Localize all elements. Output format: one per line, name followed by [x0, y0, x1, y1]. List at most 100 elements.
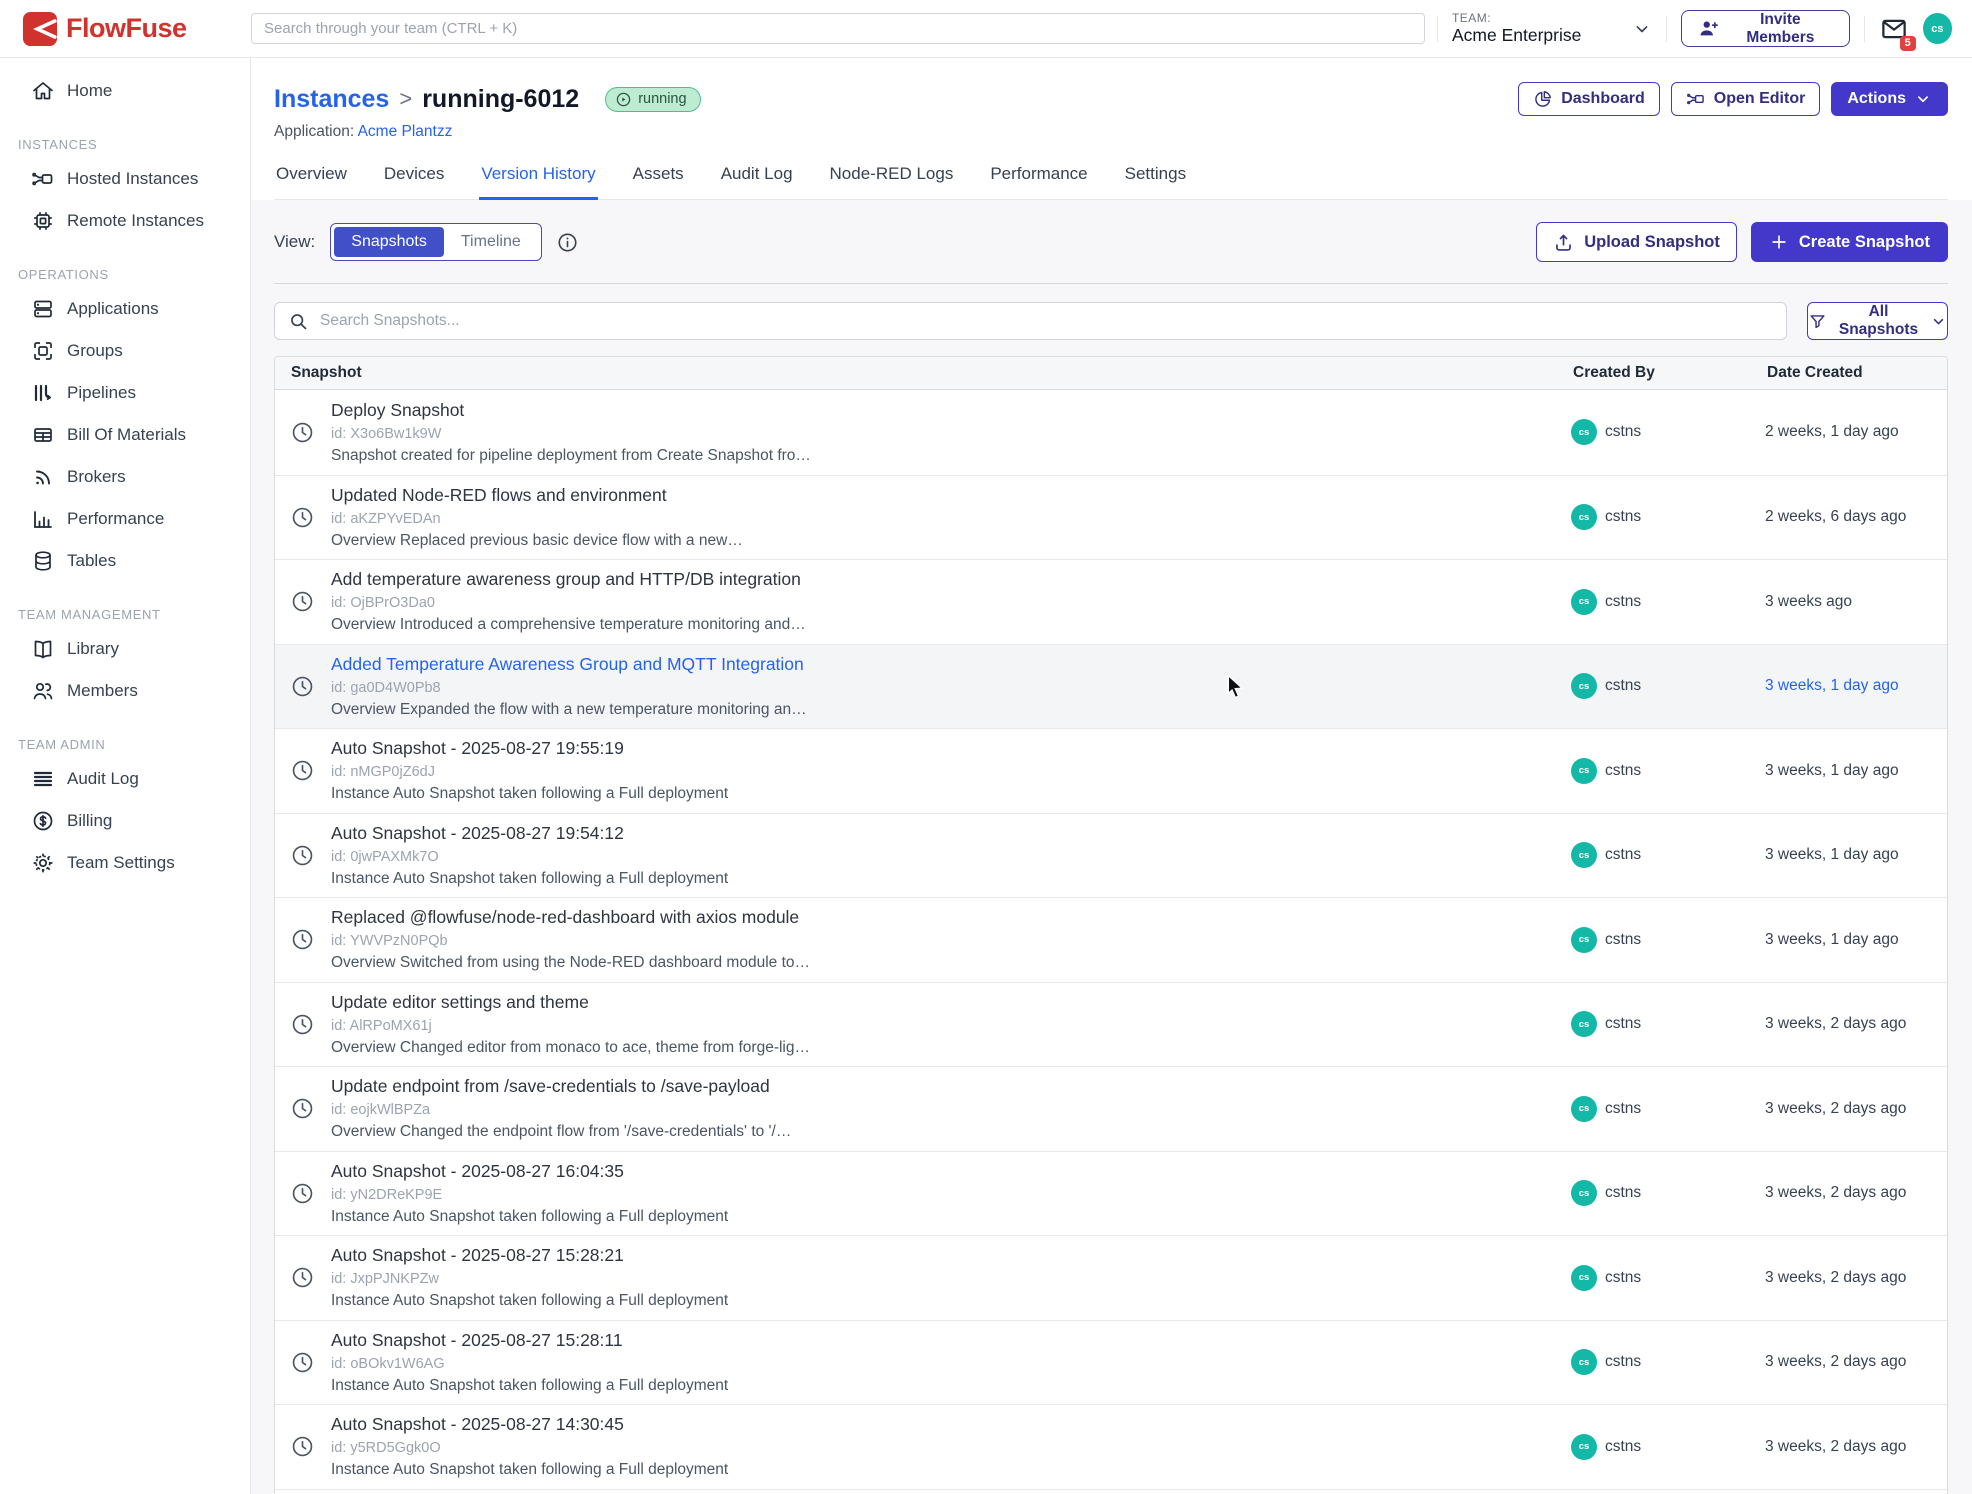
breadcrumb-separator: > — [399, 86, 412, 112]
brokers-icon — [31, 465, 55, 489]
sidebar-item-groups[interactable]: Groups — [0, 330, 250, 372]
sidebar-item-hosted-instances[interactable]: Hosted Instances — [0, 158, 250, 200]
table-row[interactable]: Update editor settings and theme id: AlR… — [275, 982, 1947, 1067]
table-row[interactable]: Updated Node-RED flows and environment i… — [275, 475, 1947, 560]
sidebar-item-members[interactable]: Members — [0, 670, 250, 712]
created-by-cell: cs cstns — [1571, 927, 1765, 953]
sidebar-item-label: Performance — [67, 509, 164, 529]
actions-button[interactable]: Actions — [1831, 82, 1948, 116]
sidebar: Home INSTANCES Hosted Instances Remote I… — [0, 58, 251, 1494]
invite-members-button[interactable]: Invite Members — [1681, 10, 1850, 47]
sidebar-item-library[interactable]: Library — [0, 628, 250, 670]
snapshot-title-link[interactable]: Add temperature awareness group and HTTP… — [331, 569, 1571, 590]
avatar: cs — [1571, 589, 1597, 615]
sidebar-item-billing[interactable]: Billing — [0, 800, 250, 842]
created-by-cell: cs cstns — [1571, 842, 1765, 868]
sidebar-item-remote-instances[interactable]: Remote Instances — [0, 200, 250, 242]
created-by-cell: cs cstns — [1571, 1180, 1765, 1206]
snapshot-title-link[interactable]: Auto Snapshot - 2025-08-27 14:30:45 — [331, 1414, 1571, 1435]
tab-settings[interactable]: Settings — [1123, 160, 1188, 199]
snapshot-search-input[interactable] — [320, 312, 1773, 330]
sidebar-item-performance[interactable]: Performance — [0, 498, 250, 540]
table-row[interactable]: Auto Snapshot - 2025-08-27 16:04:35 id: … — [275, 1151, 1947, 1236]
cpu-chip-icon — [31, 209, 55, 233]
upload-snapshot-button[interactable]: Upload Snapshot — [1536, 222, 1737, 262]
snapshot-title-link[interactable]: Update editor settings and theme — [331, 992, 1571, 1013]
tab-node-red-logs[interactable]: Node-RED Logs — [828, 160, 956, 199]
snapshot-title-link[interactable]: Update endpoint from /save-credentials t… — [331, 1076, 1571, 1097]
snapshot-title-link[interactable]: Auto Snapshot - 2025-08-27 19:54:12 — [331, 823, 1571, 844]
sidebar-item-label: Billing — [67, 811, 112, 831]
date-created: 3 weeks, 2 days ago — [1765, 1353, 1947, 1371]
snapshot-title-link[interactable]: Auto Snapshot - 2025-08-27 15:28:21 — [331, 1245, 1571, 1266]
snapshot-title-link[interactable]: Auto Snapshot - 2025-08-27 16:04:35 — [331, 1161, 1571, 1182]
tab-audit-log[interactable]: Audit Log — [719, 160, 795, 199]
user-avatar[interactable]: cs — [1923, 13, 1952, 44]
created-by-name: cstns — [1605, 677, 1641, 695]
table-row[interactable]: Deploy Snapshot id: X3o6Bw1k9W Snapshot … — [275, 390, 1947, 475]
create-snapshot-button[interactable]: Create Snapshot — [1751, 222, 1948, 262]
tab-overview[interactable]: Overview — [274, 160, 349, 199]
table-row[interactable]: Replaced @flowfuse/node-red-dashboard wi… — [275, 897, 1947, 982]
snapshot-title-link[interactable]: Updated Node-RED flows and environment — [331, 485, 1571, 506]
team-search-input[interactable] — [251, 13, 1425, 44]
avatar: cs — [1571, 842, 1597, 868]
snapshots-table: Snapshot Created By Date Created Deploy … — [274, 356, 1948, 1494]
clock-icon — [290, 589, 315, 614]
view-label: View: — [274, 232, 315, 252]
snapshot-id: id: aKZPYvEDAn — [331, 511, 1571, 527]
pipelines-icon — [31, 381, 55, 405]
snapshot-title-link[interactable]: Added Temperature Awareness Group and MQ… — [331, 654, 1571, 675]
column-header-snapshot: Snapshot — [291, 364, 1573, 382]
team-selector[interactable]: TEAM: Acme Enterprise — [1452, 11, 1652, 46]
snapshot-title-link[interactable]: Deploy Snapshot — [331, 400, 1571, 421]
sidebar-item-applications[interactable]: Applications — [0, 288, 250, 330]
open-editor-button[interactable]: Open Editor — [1671, 82, 1821, 116]
table-row[interactable]: Add HTTP endpoint for saving credentials… — [275, 1489, 1947, 1494]
snapshot-id: id: yN2DReKP9E — [331, 1187, 1571, 1203]
topbar: FlowFuse TEAM: Acme Enterprise Invite Me… — [0, 0, 1972, 58]
sidebar-item-audit-log[interactable]: Audit Log — [0, 758, 250, 800]
tab-devices[interactable]: Devices — [382, 160, 446, 199]
tab-performance[interactable]: Performance — [988, 160, 1089, 199]
sidebar-item-label: Home — [67, 81, 112, 101]
dashboard-button[interactable]: Dashboard — [1518, 82, 1660, 116]
snapshot-id: id: oBOkv1W6AG — [331, 1356, 1571, 1372]
application-link[interactable]: Acme Plantzz — [358, 123, 453, 140]
sidebar-item-tables[interactable]: Tables — [0, 540, 250, 582]
breadcrumb-instances-link[interactable]: Instances — [274, 85, 389, 114]
info-icon[interactable] — [556, 231, 579, 254]
table-row[interactable]: Update endpoint from /save-credentials t… — [275, 1066, 1947, 1151]
table-row[interactable]: Auto Snapshot - 2025-08-27 15:28:11 id: … — [275, 1320, 1947, 1405]
toggle-timeline[interactable]: Timeline — [444, 227, 538, 257]
sidebar-item-home[interactable]: Home — [0, 70, 250, 112]
table-row[interactable]: Auto Snapshot - 2025-08-27 15:28:21 id: … — [275, 1235, 1947, 1320]
gear-icon — [31, 851, 55, 875]
table-row[interactable]: Add temperature awareness group and HTTP… — [275, 559, 1947, 644]
snapshot-title-link[interactable]: Auto Snapshot - 2025-08-27 15:28:11 — [331, 1330, 1571, 1351]
divider — [1666, 16, 1667, 42]
tab-assets[interactable]: Assets — [631, 160, 686, 199]
snapshot-title-link[interactable]: Replaced @flowfuse/node-red-dashboard wi… — [331, 907, 1571, 928]
snapshot-filter-dropdown[interactable]: All Snapshots — [1807, 302, 1948, 340]
avatar: cs — [1571, 1434, 1597, 1460]
table-row[interactable]: Auto Snapshot - 2025-08-27 19:55:19 id: … — [275, 728, 1947, 813]
billing-icon — [31, 809, 55, 833]
table-row[interactable]: Auto Snapshot - 2025-08-27 14:30:45 id: … — [275, 1404, 1947, 1489]
table-row[interactable]: Auto Snapshot - 2025-08-27 19:54:12 id: … — [275, 813, 1947, 898]
notifications-button[interactable]: 5 — [1879, 14, 1909, 44]
created-by-name: cstns — [1605, 1269, 1641, 1287]
sidebar-item-brokers[interactable]: Brokers — [0, 456, 250, 498]
sidebar-item-bill-of-materials[interactable]: Bill Of Materials — [0, 414, 250, 456]
flowfuse-logo[interactable]: FlowFuse — [0, 12, 251, 46]
created-by-name: cstns — [1605, 1015, 1641, 1033]
toggle-snapshots[interactable]: Snapshots — [334, 227, 444, 257]
sidebar-item-team-settings[interactable]: Team Settings — [0, 842, 250, 884]
created-by-name: cstns — [1605, 762, 1641, 780]
brand-name: FlowFuse — [66, 13, 187, 44]
sidebar-item-pipelines[interactable]: Pipelines — [0, 372, 250, 414]
table-row[interactable]: Added Temperature Awareness Group and MQ… — [275, 644, 1947, 729]
tab-version-history[interactable]: Version History — [479, 160, 597, 200]
snapshot-title-link[interactable]: Auto Snapshot - 2025-08-27 19:55:19 — [331, 738, 1571, 759]
divider — [1864, 16, 1865, 42]
